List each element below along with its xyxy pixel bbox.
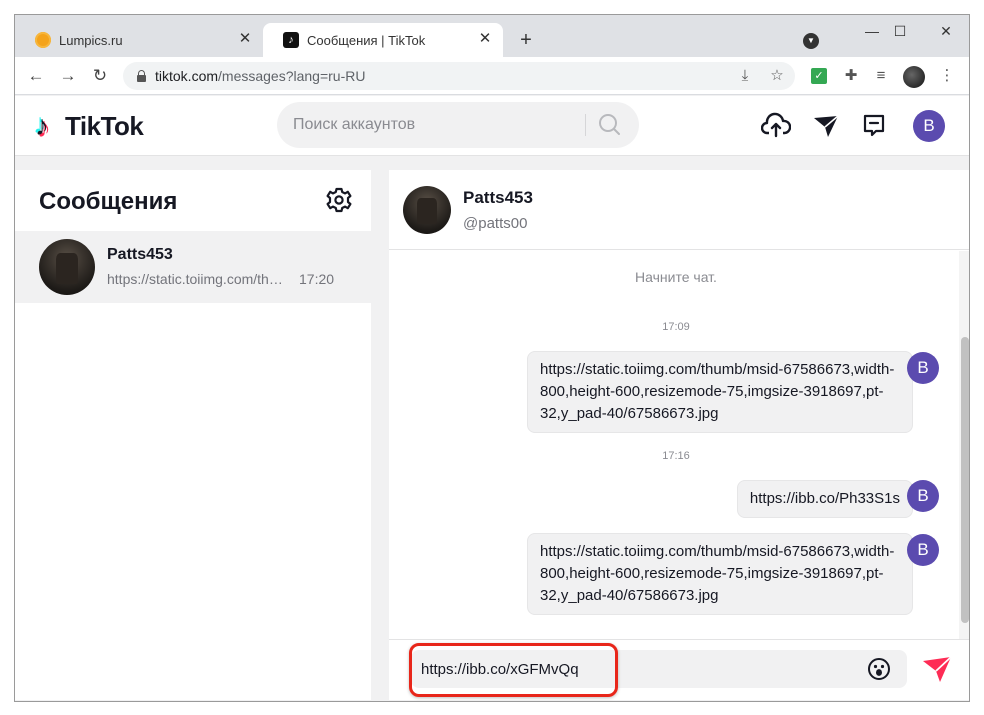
close-window-button[interactable]: ✕ xyxy=(931,21,961,41)
tab-bar: Lumpics.ru ✕ ♪ Сообщения | TikTok ✕ + ▼ … xyxy=(15,15,969,57)
logo-text: TikTok xyxy=(65,110,144,141)
back-arrow-icon[interactable]: ← xyxy=(25,65,47,87)
maximize-button[interactable]: ☐ xyxy=(885,21,915,41)
messages-icon[interactable] xyxy=(859,112,889,140)
tab-lumpics[interactable]: Lumpics.ru ✕ xyxy=(15,23,263,57)
conversation-item[interactable]: Patts453 https://static.toiimg.com/thumb… xyxy=(15,231,371,303)
message-bubble: https://ibb.co/Ph33S1s xyxy=(736,480,913,518)
message-composer xyxy=(411,650,907,688)
chat-contact-name[interactable]: Patts453 xyxy=(463,188,533,208)
settings-gear-icon[interactable] xyxy=(325,186,353,214)
search-input[interactable] xyxy=(293,102,583,148)
chat-panel: Patts453 @patts00 Начните чат. 17:09 htt… xyxy=(389,170,969,700)
time-separator: 17:09 xyxy=(662,321,690,333)
lumpics-favicon-icon xyxy=(35,32,51,48)
lock-icon xyxy=(137,70,146,82)
message-sender-avatar: B xyxy=(907,534,939,566)
contact-avatar xyxy=(39,239,95,295)
time-separator: 17:16 xyxy=(662,450,690,462)
media-queue-icon[interactable]: ≡ xyxy=(871,66,891,86)
forward-arrow-icon[interactable]: → xyxy=(57,65,79,87)
tiktok-header: ♪ ♪ ♪ TikTok B xyxy=(15,96,969,156)
tab-tiktok-messages[interactable]: ♪ Сообщения | TikTok ✕ xyxy=(263,23,503,57)
url-text: tiktok.com/messages?lang=ru-RU xyxy=(155,68,366,84)
chat-messages: Начните чат. 17:09 https://static.toiimg… xyxy=(389,251,969,639)
chat-contact-handle: @patts00 xyxy=(463,215,528,232)
chat-composer-bar xyxy=(389,639,969,700)
message-input[interactable] xyxy=(421,650,861,688)
tab-title: Сообщения | TikTok xyxy=(307,32,426,48)
extension-check-icon[interactable]: ✓ xyxy=(811,68,827,84)
reload-icon[interactable]: ↻ xyxy=(89,65,111,87)
message-bubble: https://static.toiimg.com/thumb/msid-675… xyxy=(527,533,913,615)
message-sender-avatar: B xyxy=(907,352,939,384)
scrollbar-thumb[interactable] xyxy=(961,337,969,623)
tab-search-icon[interactable]: ▼ xyxy=(803,33,819,49)
address-bar[interactable]: tiktok.com/messages?lang=ru-RU ⤓ ☆ xyxy=(123,62,795,90)
chat-contact-avatar[interactable] xyxy=(403,186,451,234)
messages-title: Сообщения xyxy=(39,188,178,215)
user-avatar[interactable]: B xyxy=(913,110,945,142)
conversations-panel: Сообщения Patts453 https://static.toiimg… xyxy=(15,170,371,700)
minimize-button[interactable]: — xyxy=(857,21,887,41)
browser-toolbar: ← → ↻ tiktok.com/messages?lang=ru-RU ⤓ ☆… xyxy=(15,57,969,95)
search-bar xyxy=(277,102,639,148)
tab-close-icon[interactable]: ✕ xyxy=(477,31,493,47)
search-icon[interactable] xyxy=(595,112,625,138)
chat-header: Patts453 @patts00 xyxy=(389,170,969,250)
bookmark-star-icon[interactable]: ☆ xyxy=(767,66,787,86)
new-tab-button[interactable]: + xyxy=(515,29,537,51)
start-chat-hint: Начните чат. xyxy=(635,269,717,285)
tab-title: Lumpics.ru xyxy=(59,32,123,48)
tiktok-note-icon: ♪ ♪ ♪ xyxy=(33,108,51,143)
conversation-time: 17:20 xyxy=(299,271,335,287)
upload-cloud-icon[interactable] xyxy=(760,112,792,140)
emoji-icon[interactable] xyxy=(867,657,891,681)
search-divider xyxy=(585,114,586,136)
conversation-preview: https://static.toiimg.com/thumb/msid-675… xyxy=(107,271,287,287)
send-icon[interactable] xyxy=(921,654,953,684)
extensions-puzzle-icon[interactable]: ✚ xyxy=(841,66,861,86)
tiktok-logo[interactable]: ♪ ♪ ♪ TikTok xyxy=(33,108,144,143)
install-app-icon[interactable]: ⤓ xyxy=(735,66,755,86)
conversation-name: Patts453 xyxy=(107,246,173,263)
message-sender-avatar: B xyxy=(907,480,939,512)
message-bubble: https://static.toiimg.com/thumb/msid-675… xyxy=(527,351,913,433)
tiktok-favicon-icon: ♪ xyxy=(283,32,299,48)
inbox-send-icon[interactable] xyxy=(811,112,841,140)
browser-window: Lumpics.ru ✕ ♪ Сообщения | TikTok ✕ + ▼ … xyxy=(14,14,970,702)
chat-scrollbar[interactable] xyxy=(959,251,969,639)
browser-profile-avatar[interactable] xyxy=(903,66,925,88)
browser-menu-icon[interactable]: ⋮ xyxy=(937,66,957,86)
tab-close-icon[interactable]: ✕ xyxy=(237,31,253,47)
